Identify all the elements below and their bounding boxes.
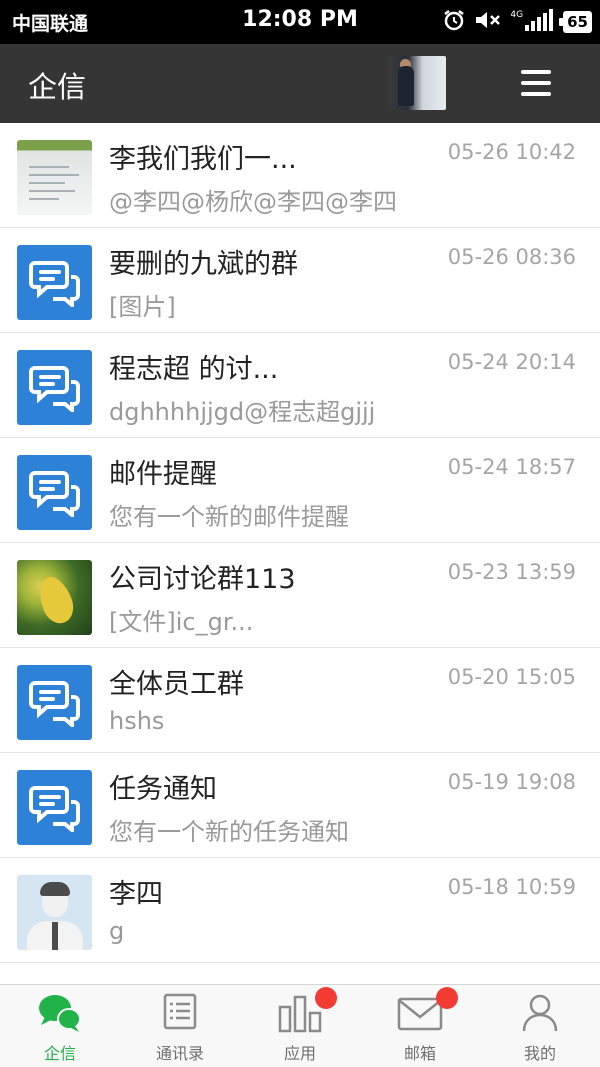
tab-label: 邮箱 <box>403 1044 436 1063</box>
conversation-row[interactable]: 李我们我们一... @李四@杨欣@李四@李四 05-26 10:42 <box>0 123 600 228</box>
conversation-time: 05-26 08:36 <box>447 245 576 269</box>
conversation-time: 05-26 10:42 <box>447 140 576 164</box>
conversation-time: 05-23 13:59 <box>447 560 576 584</box>
header-user-photo[interactable] <box>388 56 446 110</box>
conversation-preview: g <box>109 917 125 945</box>
conversation-list[interactable]: 李我们我们一... @李四@杨欣@李四@李四 05-26 10:42 要删的九斌… <box>0 123 600 984</box>
conversation-title: 公司讨论群113 <box>109 564 296 595</box>
status-icons: 4G 65 <box>442 8 592 36</box>
mail-notification-badge <box>436 987 458 1009</box>
tab-apps[interactable]: 应用 <box>240 985 360 1067</box>
conversation-row[interactable]: 任务通知 您有一个新的任务通知 05-19 19:08 <box>0 753 600 858</box>
conversation-row[interactable]: 邮件提醒 您有一个新的邮件提醒 05-24 18:57 <box>0 438 600 543</box>
network-type: 4G <box>510 10 524 20</box>
tab-label: 企信 <box>43 1044 76 1063</box>
tab-mail[interactable]: 邮箱 <box>360 985 480 1067</box>
group-chat-icon <box>17 455 92 530</box>
leaf-photo-avatar <box>17 560 92 635</box>
tab-qixin[interactable]: 企信 <box>0 985 120 1067</box>
conversation-preview: [文件]ic_gr... <box>109 608 254 636</box>
conversation-row[interactable]: 公司讨论群113 [文件]ic_gr... 05-23 13:59 <box>0 543 600 648</box>
tab-me[interactable]: 我的 <box>480 985 600 1067</box>
conversation-row[interactable]: 全体员工群 hshs 05-20 15:05 <box>0 648 600 753</box>
chat-bubbles-icon <box>35 993 85 1033</box>
conversation-title: 邮件提醒 <box>109 459 217 490</box>
tab-label: 应用 <box>283 1044 316 1063</box>
app-header: 企信 <box>0 44 600 123</box>
mute-icon <box>474 8 502 36</box>
profile-person-icon <box>515 993 565 1033</box>
apps-notification-badge <box>315 987 337 1009</box>
photo-figure-body <box>398 66 414 106</box>
conversation-title: 要删的九斌的群 <box>109 249 298 280</box>
group-chat-icon <box>17 770 92 845</box>
conversation-time: 05-20 15:05 <box>447 665 576 689</box>
tab-label: 我的 <box>523 1044 556 1063</box>
battery-level: 65 <box>559 11 592 33</box>
conversation-time: 05-24 20:14 <box>447 350 576 374</box>
tab-contacts[interactable]: 通讯录 <box>120 985 240 1067</box>
conversation-title: 程志超 的讨... <box>109 354 279 385</box>
alarm-icon <box>442 8 466 36</box>
bottom-tab-bar: 企信 通讯录 应用 邮箱 我的 <box>0 984 600 1067</box>
conversation-preview: @李四@杨欣@李四@李四 <box>109 188 397 216</box>
conversation-preview: 您有一个新的任务通知 <box>109 818 349 846</box>
conversation-time: 05-24 18:57 <box>447 455 576 479</box>
person-avatar <box>17 875 92 950</box>
conversation-title: 李我们我们一... <box>109 144 297 175</box>
conversation-preview: 您有一个新的邮件提醒 <box>109 503 349 531</box>
conversation-preview: hshs <box>109 707 165 735</box>
status-bar: 中国联通 12:08 PM 4G 65 <box>0 0 600 44</box>
conversation-row[interactable]: 李四 g 05-18 10:59 <box>0 858 600 963</box>
conversation-title: 李四 <box>109 879 163 910</box>
tab-label: 通讯录 <box>155 1044 204 1063</box>
conversation-preview: [图片] <box>109 293 176 321</box>
conversation-time: 05-18 10:59 <box>447 875 576 899</box>
conversation-preview: dghhhhjjgd@程志超gjjj <box>109 398 376 426</box>
conversation-row-partial[interactable] <box>0 963 600 984</box>
page-title: 企信 <box>28 70 87 104</box>
menu-icon[interactable] <box>521 70 551 96</box>
conversation-time: 05-19 19:08 <box>447 770 576 794</box>
document-photo-avatar <box>17 140 92 215</box>
group-chat-icon <box>17 350 92 425</box>
conversation-row[interactable]: 要删的九斌的群 [图片] 05-26 08:36 <box>0 228 600 333</box>
conversation-title: 全体员工群 <box>109 669 244 700</box>
signal-icon <box>525 9 555 35</box>
conversation-title: 任务通知 <box>109 774 217 805</box>
contacts-list-icon <box>155 993 205 1033</box>
conversation-row[interactable]: 程志超 的讨... dghhhhjjgd@程志超gjjj 05-24 20:14 <box>0 333 600 438</box>
group-chat-icon <box>17 665 92 740</box>
group-chat-icon <box>17 245 92 320</box>
